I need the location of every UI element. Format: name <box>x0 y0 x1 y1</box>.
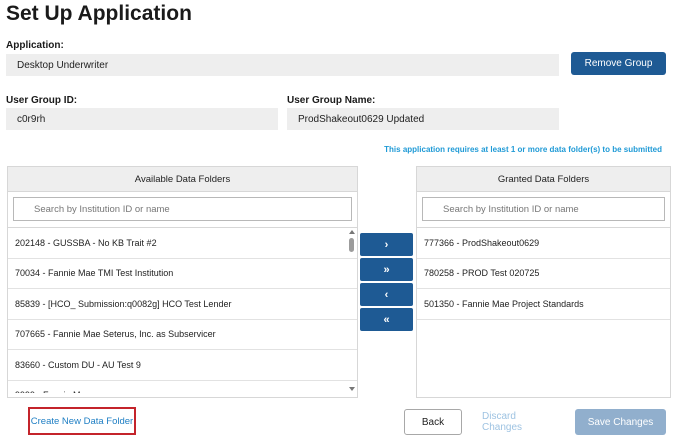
granted-search-input[interactable]: Search by Institution ID or name <box>422 197 665 221</box>
requirement-note: This application requires at least 1 or … <box>384 145 662 154</box>
user-group-name-field: ProdShakeout0629 Updated <box>287 108 559 130</box>
back-button[interactable]: Back <box>404 409 462 435</box>
list-item[interactable]: 777366 - ProdShakeout0629 <box>417 228 670 259</box>
move-left-button[interactable]: ‹ <box>360 283 413 306</box>
move-all-right-button[interactable]: » <box>360 258 413 281</box>
scroll-up-arrow-icon[interactable] <box>349 230 355 234</box>
user-group-id-field: c0r9rh <box>6 108 278 130</box>
available-folders-panel: Available Data Folders Search by Institu… <box>7 166 358 398</box>
user-group-id-label: User Group ID: <box>6 95 78 106</box>
scroll-thumb[interactable] <box>349 238 354 252</box>
list-item[interactable]: 501350 - Fannie Mae Project Standards <box>417 289 670 320</box>
application-label: Application: <box>6 40 64 51</box>
move-right-button[interactable]: › <box>360 233 413 256</box>
granted-search-wrap: Search by Institution ID or name <box>417 192 670 228</box>
available-folders-header: Available Data Folders <box>8 167 357 192</box>
list-item[interactable]: 9999 - Fannie Mae <box>8 381 357 393</box>
double-chevron-left-icon: « <box>383 313 390 326</box>
scroll-down-arrow-icon[interactable] <box>349 387 355 391</box>
list-item[interactable]: 85839 - [HCO_ Submission:q0082g] HCO Tes… <box>8 289 357 320</box>
list-item[interactable]: 202148 - GUSSBA - No KB Trait #2 <box>8 228 357 259</box>
available-scrollbar[interactable] <box>348 228 356 393</box>
available-folders-list[interactable]: 202148 - GUSSBA - No KB Trait #2 70034 -… <box>8 228 357 393</box>
list-item[interactable]: 70034 - Fannie Mae TMI Test Institution <box>8 259 357 289</box>
granted-folders-header: Granted Data Folders <box>417 167 670 192</box>
chevron-left-icon: ‹ <box>384 288 389 301</box>
available-search-input[interactable]: Search by Institution ID or name <box>13 197 352 221</box>
move-all-left-button[interactable]: « <box>360 308 413 331</box>
page-title: Set Up Application <box>6 2 192 25</box>
granted-folders-list[interactable]: 777366 - ProdShakeout0629 780258 - PROD … <box>417 228 670 393</box>
list-item[interactable]: 707665 - Fannie Mae Seterus, Inc. as Sub… <box>8 320 357 350</box>
list-item[interactable]: 83660 - Custom DU - AU Test 9 <box>8 350 357 381</box>
user-group-name-label: User Group Name: <box>287 95 376 106</box>
create-new-data-folder-link[interactable]: Create New Data Folder <box>28 407 136 435</box>
save-changes-button[interactable]: Save Changes <box>575 409 666 435</box>
available-search-wrap: Search by Institution ID or name <box>8 192 357 228</box>
granted-folders-panel: Granted Data Folders Search by Instituti… <box>416 166 671 398</box>
application-field: Desktop Underwriter <box>6 54 559 76</box>
chevron-right-icon: › <box>384 238 389 251</box>
list-item[interactable]: 780258 - PROD Test 020725 <box>417 259 670 289</box>
remove-group-button[interactable]: Remove Group <box>571 52 666 75</box>
discard-changes-button[interactable]: Discard Changes <box>482 409 556 435</box>
double-chevron-right-icon: » <box>383 263 390 276</box>
